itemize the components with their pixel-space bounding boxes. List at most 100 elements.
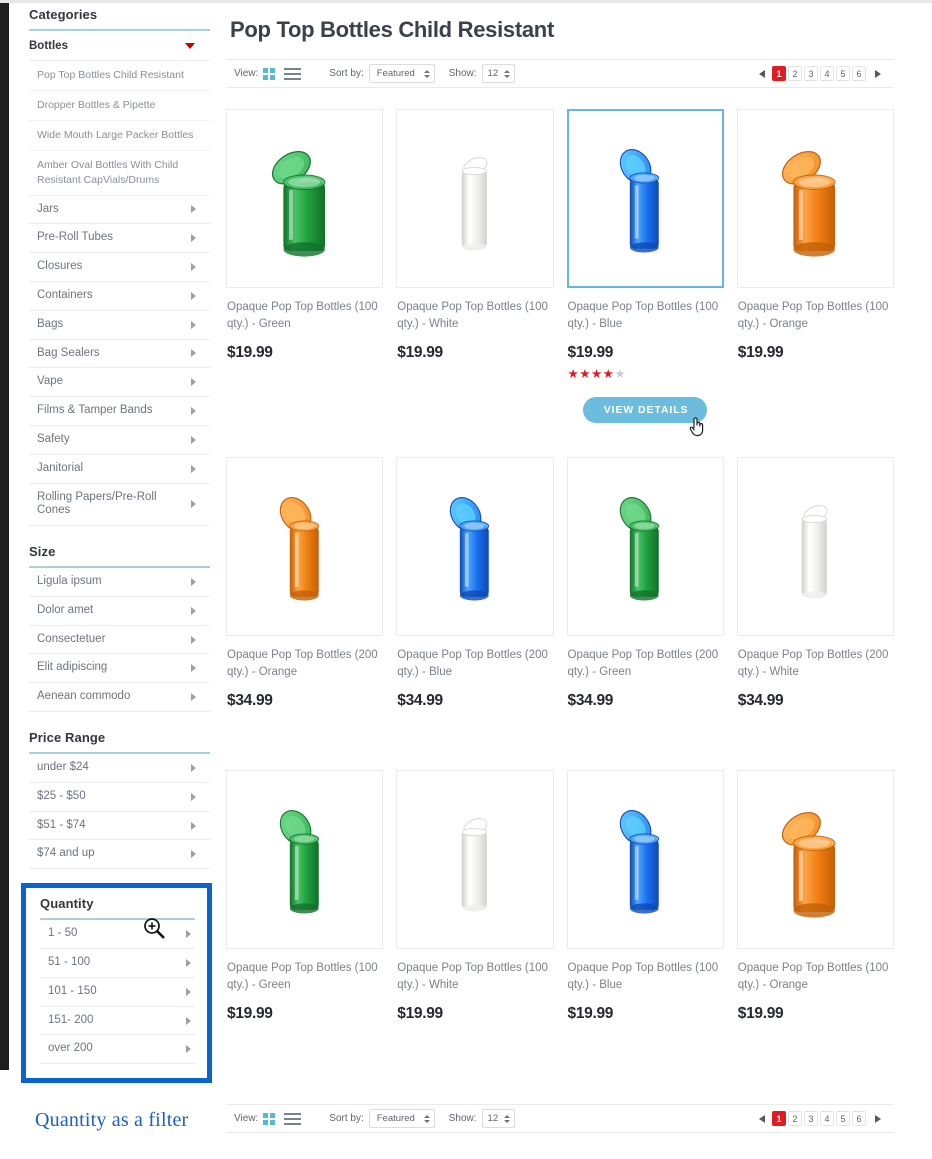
product-image[interactable] — [396, 770, 554, 949]
product-card[interactable]: Opaque Pop Top Bottles (200 qty.) - Gree… — [566, 457, 724, 770]
pagination-prev-icon-bottom[interactable] — [759, 1114, 765, 1123]
pagination-page-4[interactable]: 4 — [820, 66, 834, 81]
sidebar-item-10[interactable]: Rolling Papers/Pre-Roll Cones — [29, 484, 210, 527]
price-item-0[interactable]: under $24 — [29, 754, 210, 783]
product-name[interactable]: Opaque Pop Top Bottles (100 qty.) - Whit… — [397, 960, 553, 994]
product-card[interactable]: Opaque Pop Top Bottles (100 qty.) - Whit… — [396, 770, 554, 1083]
star-filled-icon: ★ — [602, 367, 615, 381]
quantity-item-1[interactable]: 51 - 100 — [40, 949, 195, 978]
sidebar-item-3[interactable]: Containers — [29, 282, 210, 311]
pagination-next-icon-bottom[interactable] — [875, 1114, 881, 1123]
product-image[interactable] — [566, 457, 724, 636]
price-item-label: $25 - $50 — [37, 789, 86, 802]
pagination-page-1[interactable]: 1 — [772, 66, 786, 81]
facet-categories: Categories Bottles Pop Top Bottles Child… — [29, 3, 210, 527]
sort-select[interactable]: Featured — [368, 64, 435, 83]
product-card[interactable]: Opaque Pop Top Bottles (200 qty.) - Blue… — [396, 457, 554, 770]
product-name[interactable]: Opaque Pop Top Bottles (100 qty.) - Blue — [568, 299, 724, 333]
sidebar-item-7[interactable]: Films & Tamper Bands — [29, 397, 210, 426]
product-image[interactable] — [226, 109, 384, 288]
pagination-page-5[interactable]: 5 — [836, 1111, 850, 1126]
product-image[interactable] — [736, 109, 894, 288]
pagination-next-icon[interactable] — [875, 69, 881, 78]
sidebar-item-4[interactable]: Bags — [29, 311, 210, 340]
size-item-1[interactable]: Dolor amet — [29, 597, 210, 626]
product-card[interactable]: Opaque Pop Top Bottles (100 qty.) - Oran… — [736, 770, 894, 1083]
sidebar-item-0[interactable]: Jars — [29, 196, 210, 225]
sidebar-item-8[interactable]: Safety — [29, 426, 210, 455]
sidebar-item-6[interactable]: Vape — [29, 368, 210, 398]
pagination-page-3[interactable]: 3 — [804, 66, 818, 81]
price-item-3[interactable]: $74 and up — [29, 840, 210, 870]
quantity-item-4[interactable]: over 200 — [40, 1035, 195, 1065]
show-select-bottom[interactable]: 12 — [481, 1109, 515, 1128]
card-spacer — [226, 362, 383, 457]
pagination-page-2[interactable]: 2 — [788, 66, 802, 81]
facet-quantity-title: Quantity — [40, 894, 195, 921]
pagination-page-2[interactable]: 2 — [788, 1111, 802, 1126]
product-card[interactable]: Opaque Pop Top Bottles (100 qty.) - Oran… — [736, 109, 894, 457]
product-name[interactable]: Opaque Pop Top Bottles (100 qty.) - Gree… — [227, 299, 383, 333]
product-image[interactable] — [736, 770, 894, 949]
price-item-1[interactable]: $25 - $50 — [29, 783, 210, 812]
quantity-item-2[interactable]: 101 - 150 — [40, 978, 195, 1007]
sort-select-bottom[interactable]: Featured — [368, 1109, 435, 1128]
product-name[interactable]: Opaque Pop Top Bottles (200 qty.) - Whit… — [738, 647, 894, 681]
product-image[interactable] — [566, 770, 724, 949]
product-card[interactable]: Opaque Pop Top Bottles (100 qty.) - Blue… — [566, 109, 724, 457]
product-card[interactable]: Opaque Pop Top Bottles (100 qty.) - Whit… — [396, 109, 554, 457]
sidebar-item-2[interactable]: Closures — [29, 253, 210, 282]
product-price: $19.99 — [397, 344, 443, 361]
pagination-page-5[interactable]: 5 — [836, 66, 850, 81]
pagination-page-1[interactable]: 1 — [772, 1111, 786, 1126]
star-filled-icon: ★ — [590, 367, 603, 381]
chevron-right-icon — [191, 500, 196, 509]
sort-label-bottom: Sort by: — [329, 1113, 364, 1124]
product-image[interactable] — [736, 457, 894, 636]
subcategory-item-3[interactable]: Amber Oval Bottles With Child Resistant … — [29, 151, 210, 196]
product-image[interactable] — [226, 770, 384, 949]
grid-view-icon-bottom[interactable] — [263, 1112, 276, 1125]
product-card[interactable]: Opaque Pop Top Bottles (100 qty.) - Gree… — [226, 109, 384, 457]
product-card[interactable]: Opaque Pop Top Bottles (200 qty.) - Oran… — [226, 457, 384, 770]
pagination-page-4[interactable]: 4 — [820, 1111, 834, 1126]
product-card[interactable]: Opaque Pop Top Bottles (100 qty.) - Gree… — [226, 770, 384, 1083]
price-item-2[interactable]: $51 - $74 — [29, 812, 210, 841]
subcategory-item-0[interactable]: Pop Top Bottles Child Resistant — [29, 61, 210, 91]
pagination-page-6[interactable]: 6 — [852, 1111, 866, 1126]
subcategory-item-1[interactable]: Dropper Bottles & Pipette — [29, 91, 210, 121]
grid-view-icon[interactable] — [263, 67, 276, 80]
list-view-icon[interactable] — [284, 67, 302, 80]
size-item-0[interactable]: Ligula ipsum — [29, 568, 210, 597]
chevron-right-icon — [186, 1045, 191, 1054]
sidebar-item-1[interactable]: Pre-Roll Tubes — [29, 224, 210, 254]
pagination-page-3[interactable]: 3 — [804, 1111, 818, 1126]
product-name[interactable]: Opaque Pop Top Bottles (200 qty.) - Oran… — [227, 647, 383, 681]
size-item-2[interactable]: Consectetuer — [29, 626, 210, 655]
product-name[interactable]: Opaque Pop Top Bottles (200 qty.) - Blue — [397, 647, 553, 681]
product-image[interactable] — [396, 457, 554, 636]
product-image[interactable] — [566, 109, 724, 288]
subcategory-item-2[interactable]: Wide Mouth Large Packer Bottles — [29, 121, 210, 151]
sidebar-item-bottles[interactable]: Bottles — [29, 31, 210, 61]
list-view-icon-bottom[interactable] — [284, 1112, 302, 1125]
size-item-3[interactable]: Elit adipiscing — [29, 654, 210, 684]
quantity-item-0[interactable]: 1 - 50 — [40, 920, 195, 950]
sidebar-item-9[interactable]: Janitorial — [29, 455, 210, 484]
product-card[interactable]: Opaque Pop Top Bottles (200 qty.) - Whit… — [736, 457, 894, 770]
product-card[interactable]: Opaque Pop Top Bottles (100 qty.) - Blue… — [566, 770, 724, 1083]
product-name[interactable]: Opaque Pop Top Bottles (100 qty.) - Whit… — [397, 299, 553, 333]
product-name[interactable]: Opaque Pop Top Bottles (200 qty.) - Gree… — [568, 647, 724, 681]
product-image[interactable] — [226, 457, 384, 636]
product-name[interactable]: Opaque Pop Top Bottles (100 qty.) - Blue — [568, 960, 724, 994]
product-name[interactable]: Opaque Pop Top Bottles (100 qty.) - Oran… — [738, 299, 894, 333]
product-name[interactable]: Opaque Pop Top Bottles (100 qty.) - Oran… — [738, 960, 894, 994]
size-item-4[interactable]: Aenean commodo — [29, 683, 210, 713]
product-image[interactable] — [396, 109, 554, 288]
pagination-page-6[interactable]: 6 — [852, 66, 866, 81]
sidebar-item-5[interactable]: Bag Sealers — [29, 340, 210, 369]
show-select[interactable]: 12 — [481, 64, 515, 83]
pagination-prev-icon[interactable] — [759, 69, 765, 78]
quantity-item-3[interactable]: 151- 200 — [40, 1007, 195, 1036]
product-name[interactable]: Opaque Pop Top Bottles (100 qty.) - Gree… — [227, 960, 383, 994]
